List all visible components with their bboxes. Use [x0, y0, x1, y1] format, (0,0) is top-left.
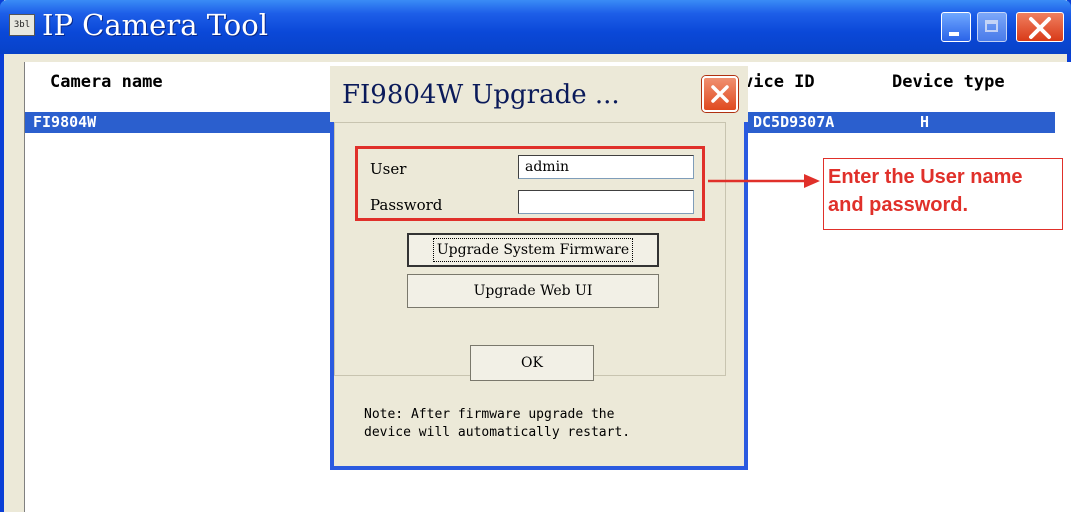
row-camera-name: FI9804W	[33, 113, 97, 131]
credentials-highlight	[355, 146, 705, 221]
close-icon	[1029, 17, 1051, 39]
upgrade-system-firmware-label: Upgrade System Firmware	[432, 238, 634, 262]
dialog-close-button[interactable]	[702, 76, 738, 112]
app-icon-text: 3bl	[13, 20, 31, 30]
close-button[interactable]	[1016, 12, 1064, 42]
column-header-camera-name[interactable]: Camera name	[50, 72, 163, 92]
row-device-type: H	[920, 113, 930, 131]
upgrade-note: Note: After firmware upgrade the device …	[364, 407, 631, 440]
close-icon	[711, 85, 729, 103]
maximize-button[interactable]	[977, 12, 1007, 42]
dialog-title: FI9804W Upgrade ...	[342, 80, 620, 110]
window-title: IP Camera Tool	[42, 8, 268, 42]
title-bar[interactable]: 3bl IP Camera Tool	[0, 0, 1071, 54]
column-header-device-type[interactable]: Device type	[892, 72, 1005, 92]
upgrade-web-ui-button[interactable]: Upgrade Web UI	[407, 274, 659, 308]
ok-button[interactable]: OK	[470, 345, 594, 381]
callout-annotation: Enter the User name and password.	[823, 158, 1063, 230]
upgrade-system-firmware-button[interactable]: Upgrade System Firmware	[407, 233, 659, 267]
upgrade-dialog: FI9804W Upgrade ... User Password Upgrad…	[330, 66, 748, 470]
minimize-button[interactable]	[941, 12, 971, 42]
dialog-title-bar[interactable]: FI9804W Upgrade ...	[330, 66, 748, 122]
callout-arrow	[708, 174, 820, 188]
column-header-device-id[interactable]: vice ID	[743, 72, 815, 92]
row-device-id: DC5D9307A	[753, 113, 835, 131]
camera-tool-icon: 3bl	[9, 14, 35, 36]
